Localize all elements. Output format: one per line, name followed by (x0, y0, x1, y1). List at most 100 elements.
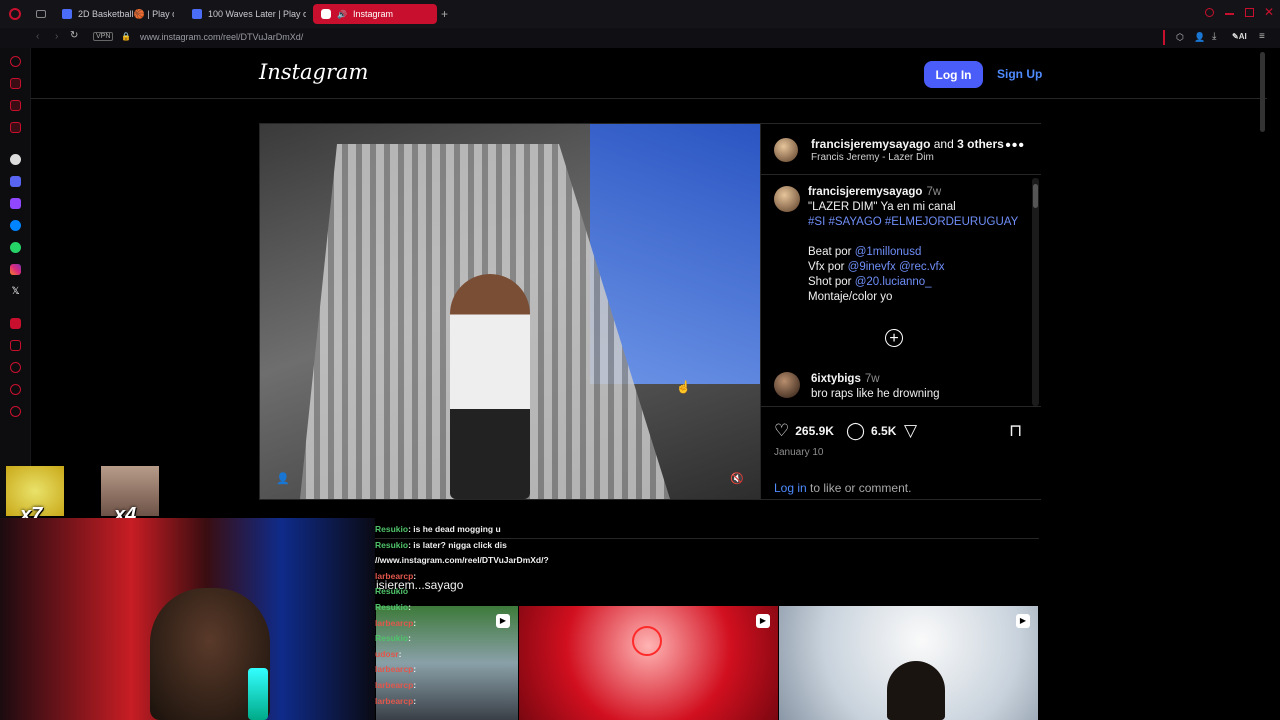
vpn-badge[interactable]: VPN (93, 32, 114, 41)
comment-icon[interactable]: ◯ (846, 421, 865, 441)
heart-icon[interactable]: ♡ (774, 421, 789, 441)
post-owner[interactable]: francisjeremysayago and 3 others (811, 137, 1004, 151)
share-button[interactable]: ▽ (904, 421, 917, 441)
chat-message: larbearcp: (375, 695, 417, 706)
mouse-cursor-icon: ☝ (676, 380, 691, 394)
chat-message: Resukio: (375, 633, 411, 644)
sidebar-player-icon[interactable] (10, 122, 21, 133)
toolbar-divider (1163, 30, 1165, 45)
lock-icon: 🔒 (121, 32, 131, 41)
caption-shot: Shot por @20.lucianno_ (808, 276, 932, 288)
video-performer (450, 274, 530, 499)
chat-message: udosr: (375, 648, 402, 659)
load-more-comments-icon[interactable]: + (885, 329, 903, 347)
opera-logo-icon[interactable] (9, 8, 21, 20)
forward-icon[interactable]: › (55, 31, 58, 42)
crosshair-icon (632, 626, 662, 656)
avatar[interactable] (774, 138, 798, 162)
sidebar-chatgpt-icon[interactable] (10, 154, 21, 165)
tab-2d-basketball[interactable]: 2D Basketball🏀 | Play on (54, 4, 174, 24)
tab-favicon-icon (62, 9, 72, 19)
reel-video[interactable]: 👤 🔇 ☝ (260, 124, 760, 499)
caption-hashtags[interactable]: #SI #SAYAGO #ELMEJORDEURUGUAY (808, 216, 1018, 228)
sidebar-settings-icon[interactable] (10, 406, 21, 417)
sidebar-music-icon[interactable] (10, 318, 21, 329)
comments-scrollbar[interactable] (1032, 178, 1039, 406)
login-button[interactable]: Log In (924, 61, 983, 88)
ig-header: Instagram Log In Sign Up (31, 48, 1267, 99)
bookmark-icon[interactable]: ⊓ (1009, 421, 1022, 441)
comment-username[interactable]: 6ixtybigs 7w (811, 373, 880, 385)
search-tabs-icon[interactable] (1205, 8, 1214, 17)
tagged-user-icon[interactable]: 👤 (276, 472, 290, 485)
tab-100-waves-later[interactable]: 100 Waves Later | Play on (184, 4, 306, 24)
more-options-icon[interactable]: ••• (1005, 137, 1025, 155)
post-actions: ♡ 265.9K ◯ 6.5K ▽ ⊓ January 10 Log in to l… (761, 406, 1041, 500)
webcam-overlay (0, 518, 375, 720)
share-icon[interactable]: ▽ (904, 421, 917, 441)
sidebar-messenger-icon[interactable] (10, 220, 21, 231)
sidebar-x-icon[interactable]: 𝕏 (10, 286, 21, 297)
tab-bar: 2D Basketball🏀 | Play on 100 Waves Later… (0, 0, 1280, 29)
address-bar: ‹ › ↻ VPN 🔒 www.instagram.com/reel/DTVuJ… (0, 28, 1280, 48)
comment-text: bro raps like he drowning (811, 388, 940, 400)
sidebar-whatsapp-icon[interactable] (10, 242, 21, 253)
maximize-button[interactable] (1245, 8, 1254, 17)
profile-icon[interactable]: 👤 (1194, 32, 1205, 43)
like-button[interactable]: ♡ 265.9K (774, 421, 834, 441)
avatar[interactable] (774, 372, 800, 398)
back-icon[interactable]: ‹ (36, 31, 39, 42)
sidebar-bag-icon[interactable] (10, 78, 21, 89)
chat-message: Resukio: (375, 601, 411, 612)
caption-beat: Beat por @1millonusd (808, 246, 922, 258)
download-icon[interactable]: ⤓ (1212, 31, 1216, 42)
audio-label[interactable]: Francis Jeremy - Lazer Dim (811, 152, 934, 163)
menu-icon[interactable]: ≡ (1259, 31, 1265, 42)
scroll-thumb[interactable] (1033, 184, 1038, 208)
chat-message: larbearcp: (375, 664, 417, 675)
mute-icon[interactable]: 🔇 (730, 472, 744, 485)
speaker-icon[interactable]: 🔊 (337, 10, 347, 19)
post-header: francisjeremysayago and 3 others Francis… (761, 124, 1041, 175)
url-field[interactable]: www.instagram.com/reel/DTVuJarDmXd/ (140, 32, 303, 42)
caption-vfx: Vfx por @9inevfx @rec.vfx (808, 261, 945, 273)
microphone-image (248, 668, 268, 720)
sidebar-aria-icon[interactable] (10, 56, 21, 67)
page-scrollbar[interactable] (1260, 52, 1265, 132)
post-sidebar: francisjeremysayago and 3 others Francis… (760, 124, 1041, 499)
minimize-button[interactable] (1225, 13, 1234, 15)
sidebar-chat-icon[interactable] (10, 100, 21, 111)
thumbnail-figure (887, 661, 945, 720)
chat-message: //www.instagram.com/reel/DTVuJarDmXd/? (375, 555, 549, 566)
caption-montaje: Montaje/color yo (808, 291, 893, 303)
sidebar-twitch-icon[interactable] (10, 198, 21, 209)
chat-message: Resukio: is he dead mogging u (375, 524, 501, 534)
save-button[interactable]: ⊓ (1009, 421, 1022, 441)
close-window-button[interactable]: ✕ (1264, 5, 1274, 19)
sidebar-extensions-icon[interactable] (10, 384, 21, 395)
sidebar-instagram-icon[interactable] (10, 264, 21, 275)
instagram-logo[interactable]: Instagram (259, 60, 368, 84)
signup-button[interactable]: Sign Up (997, 67, 1042, 81)
sidebar-discord-icon[interactable] (10, 176, 21, 187)
ai-button[interactable]: ✎AI (1232, 32, 1247, 41)
chat-message: larbearcp: (375, 617, 417, 628)
new-tab-button[interactable]: + (441, 7, 448, 21)
chat-message: larbearcp: (375, 570, 417, 581)
post-date: January 10 (774, 447, 824, 458)
reel-post: 👤 🔇 ☝ francisjeremysayago and 3 others F… (259, 123, 1041, 500)
reel-thumbnail[interactable]: ▶ (779, 606, 1038, 720)
tab-favicon-icon (192, 9, 202, 19)
caption-username[interactable]: francisjeremysayago 7w (808, 186, 941, 198)
chat-message: larbearcp: (375, 679, 417, 690)
extensions-icon[interactable]: ⬡ (1176, 32, 1184, 43)
avatar[interactable] (774, 186, 800, 212)
comment-button[interactable]: ◯ 6.5K (846, 421, 896, 441)
sidebar-pinboard-icon[interactable] (10, 340, 21, 351)
tab-instagram[interactable]: 🔊 Instagram (313, 4, 437, 24)
reload-icon[interactable]: ↻ (70, 30, 78, 41)
reel-icon: ▶ (756, 614, 770, 628)
sidebar-history-icon[interactable] (10, 362, 21, 373)
comments-section[interactable]: francisjeremysayago 7w "LAZER DIM" Ya en … (761, 176, 1027, 404)
tab-menu-icon[interactable] (36, 10, 46, 18)
